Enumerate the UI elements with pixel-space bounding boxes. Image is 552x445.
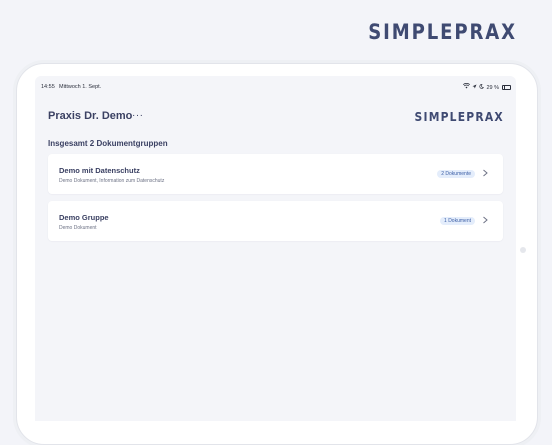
list-item-title: Demo mit Datenschutz bbox=[59, 166, 140, 175]
document-count-badge: 1 Dokument bbox=[440, 217, 475, 225]
more-options-icon[interactable]: ··· bbox=[132, 110, 144, 121]
list-item[interactable]: Demo mit Datenschutz Demo Dokument, Info… bbox=[48, 154, 503, 194]
battery-percent: 29 % bbox=[486, 84, 499, 91]
location-icon bbox=[472, 84, 477, 92]
brand-logo-top: SIMPLEPRAX bbox=[368, 20, 517, 44]
list-item[interactable]: Demo Gruppe Demo Dokument 1 Dokument bbox=[48, 201, 503, 241]
brand-logo-header: SIMPLEPRAX bbox=[414, 109, 504, 124]
wifi-icon bbox=[463, 82, 471, 92]
group-count-heading: Insgesamt 2 Dokumentgruppen bbox=[48, 139, 168, 148]
chevron-right-icon bbox=[480, 215, 490, 225]
status-time: 14:55 bbox=[41, 84, 55, 90]
app-screen bbox=[35, 76, 516, 421]
status-bar: 14:55 Mittwoch 1. Sept. 29 % bbox=[41, 82, 511, 93]
list-item-subtitle: Demo Dokument, Information zum Datenschu… bbox=[59, 178, 165, 184]
list-item-subtitle: Demo Dokument bbox=[59, 225, 97, 231]
tablet-side-button bbox=[520, 247, 526, 253]
moon-icon bbox=[479, 83, 485, 92]
status-date: Mittwoch 1. Sept. bbox=[59, 84, 102, 90]
chevron-right-icon bbox=[480, 168, 490, 178]
document-count-badge: 2 Dokumente bbox=[437, 170, 475, 178]
page-title: Praxis Dr. Demo bbox=[48, 110, 133, 122]
list-item-title: Demo Gruppe bbox=[59, 213, 109, 222]
battery-icon bbox=[502, 84, 511, 91]
status-indicators: 29 % bbox=[463, 82, 511, 92]
